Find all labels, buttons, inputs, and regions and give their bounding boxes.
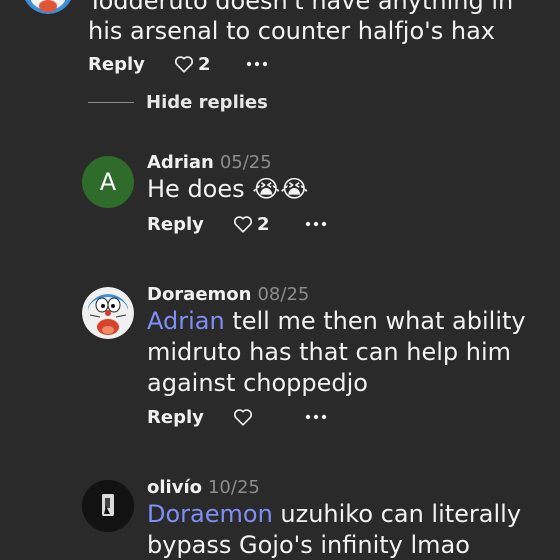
- username[interactable]: Adrian: [147, 152, 214, 173]
- comment-text-line1: Adrian tell me then what ability: [147, 306, 526, 337]
- comment-text-line2: midruto has that can help him: [147, 338, 512, 366]
- comment-author[interactable]: Doraemon 08/25: [147, 284, 309, 305]
- comment-text-line2: bypass Gojo's infinity lmao: [147, 531, 470, 559]
- more-horizontal-icon: [305, 414, 327, 420]
- doraemon-avatar-partial[interactable]: [22, 0, 74, 14]
- heart-outline-icon: [233, 409, 253, 426]
- divider-line: [88, 102, 134, 103]
- top-comment-line2: his arsenal to counter halfjo's hax: [88, 17, 496, 45]
- comment-text: tell me then what ability: [224, 307, 526, 335]
- comment-author[interactable]: olivío 10/25: [147, 477, 260, 498]
- doraemon-avatar[interactable]: [82, 287, 134, 339]
- heart-outline-icon: [233, 216, 253, 233]
- top-comment-line1: Todderuto doesn't have anything in: [88, 0, 514, 15]
- comment-date: 10/25: [207, 477, 260, 498]
- username[interactable]: olivío: [147, 477, 202, 498]
- hide-replies-label: Hide replies: [146, 92, 268, 113]
- comment-actions: Reply 2: [147, 212, 327, 236]
- more-horizontal-icon: [305, 221, 327, 227]
- more-options-button[interactable]: [305, 405, 327, 429]
- more-horizontal-icon: [246, 61, 268, 67]
- username[interactable]: Doraemon: [147, 284, 251, 305]
- reply-button[interactable]: Reply: [147, 214, 233, 235]
- comment-thread: Todderuto doesn't have anything in his a…: [0, 0, 560, 560]
- like-count: 2: [198, 53, 211, 75]
- comment-text-line3: against choppedjo: [147, 369, 368, 397]
- comment-text-line1: Doraemon uzuhiko can literally: [147, 499, 521, 530]
- like-count: 2: [257, 213, 270, 235]
- mention-link[interactable]: Adrian: [147, 307, 225, 335]
- like-button[interactable]: [233, 408, 305, 426]
- more-options-button[interactable]: [246, 52, 268, 76]
- adrian-avatar[interactable]: A: [82, 156, 134, 208]
- hide-replies-button[interactable]: Hide replies: [88, 92, 268, 113]
- avatar-letter: A: [99, 168, 117, 196]
- mention-link[interactable]: Doraemon: [147, 500, 273, 528]
- like-button[interactable]: 2: [233, 214, 305, 235]
- comment-date: 05/25: [219, 152, 272, 173]
- more-options-button[interactable]: [305, 212, 327, 236]
- comment-text: uzuhiko can literally: [272, 500, 522, 528]
- comment-actions: Reply: [147, 405, 327, 429]
- comment-text: He does 😭😭: [147, 175, 309, 203]
- reply-button[interactable]: Reply: [88, 54, 174, 75]
- comment-author[interactable]: Adrian 05/25: [147, 152, 272, 173]
- like-button[interactable]: 2: [174, 54, 246, 75]
- olivio-avatar[interactable]: [82, 480, 134, 532]
- reply-button[interactable]: Reply: [147, 407, 233, 428]
- top-comment-actions: Reply 2: [88, 52, 268, 76]
- heart-outline-icon: [174, 56, 194, 73]
- comment-date: 08/25: [257, 284, 310, 305]
